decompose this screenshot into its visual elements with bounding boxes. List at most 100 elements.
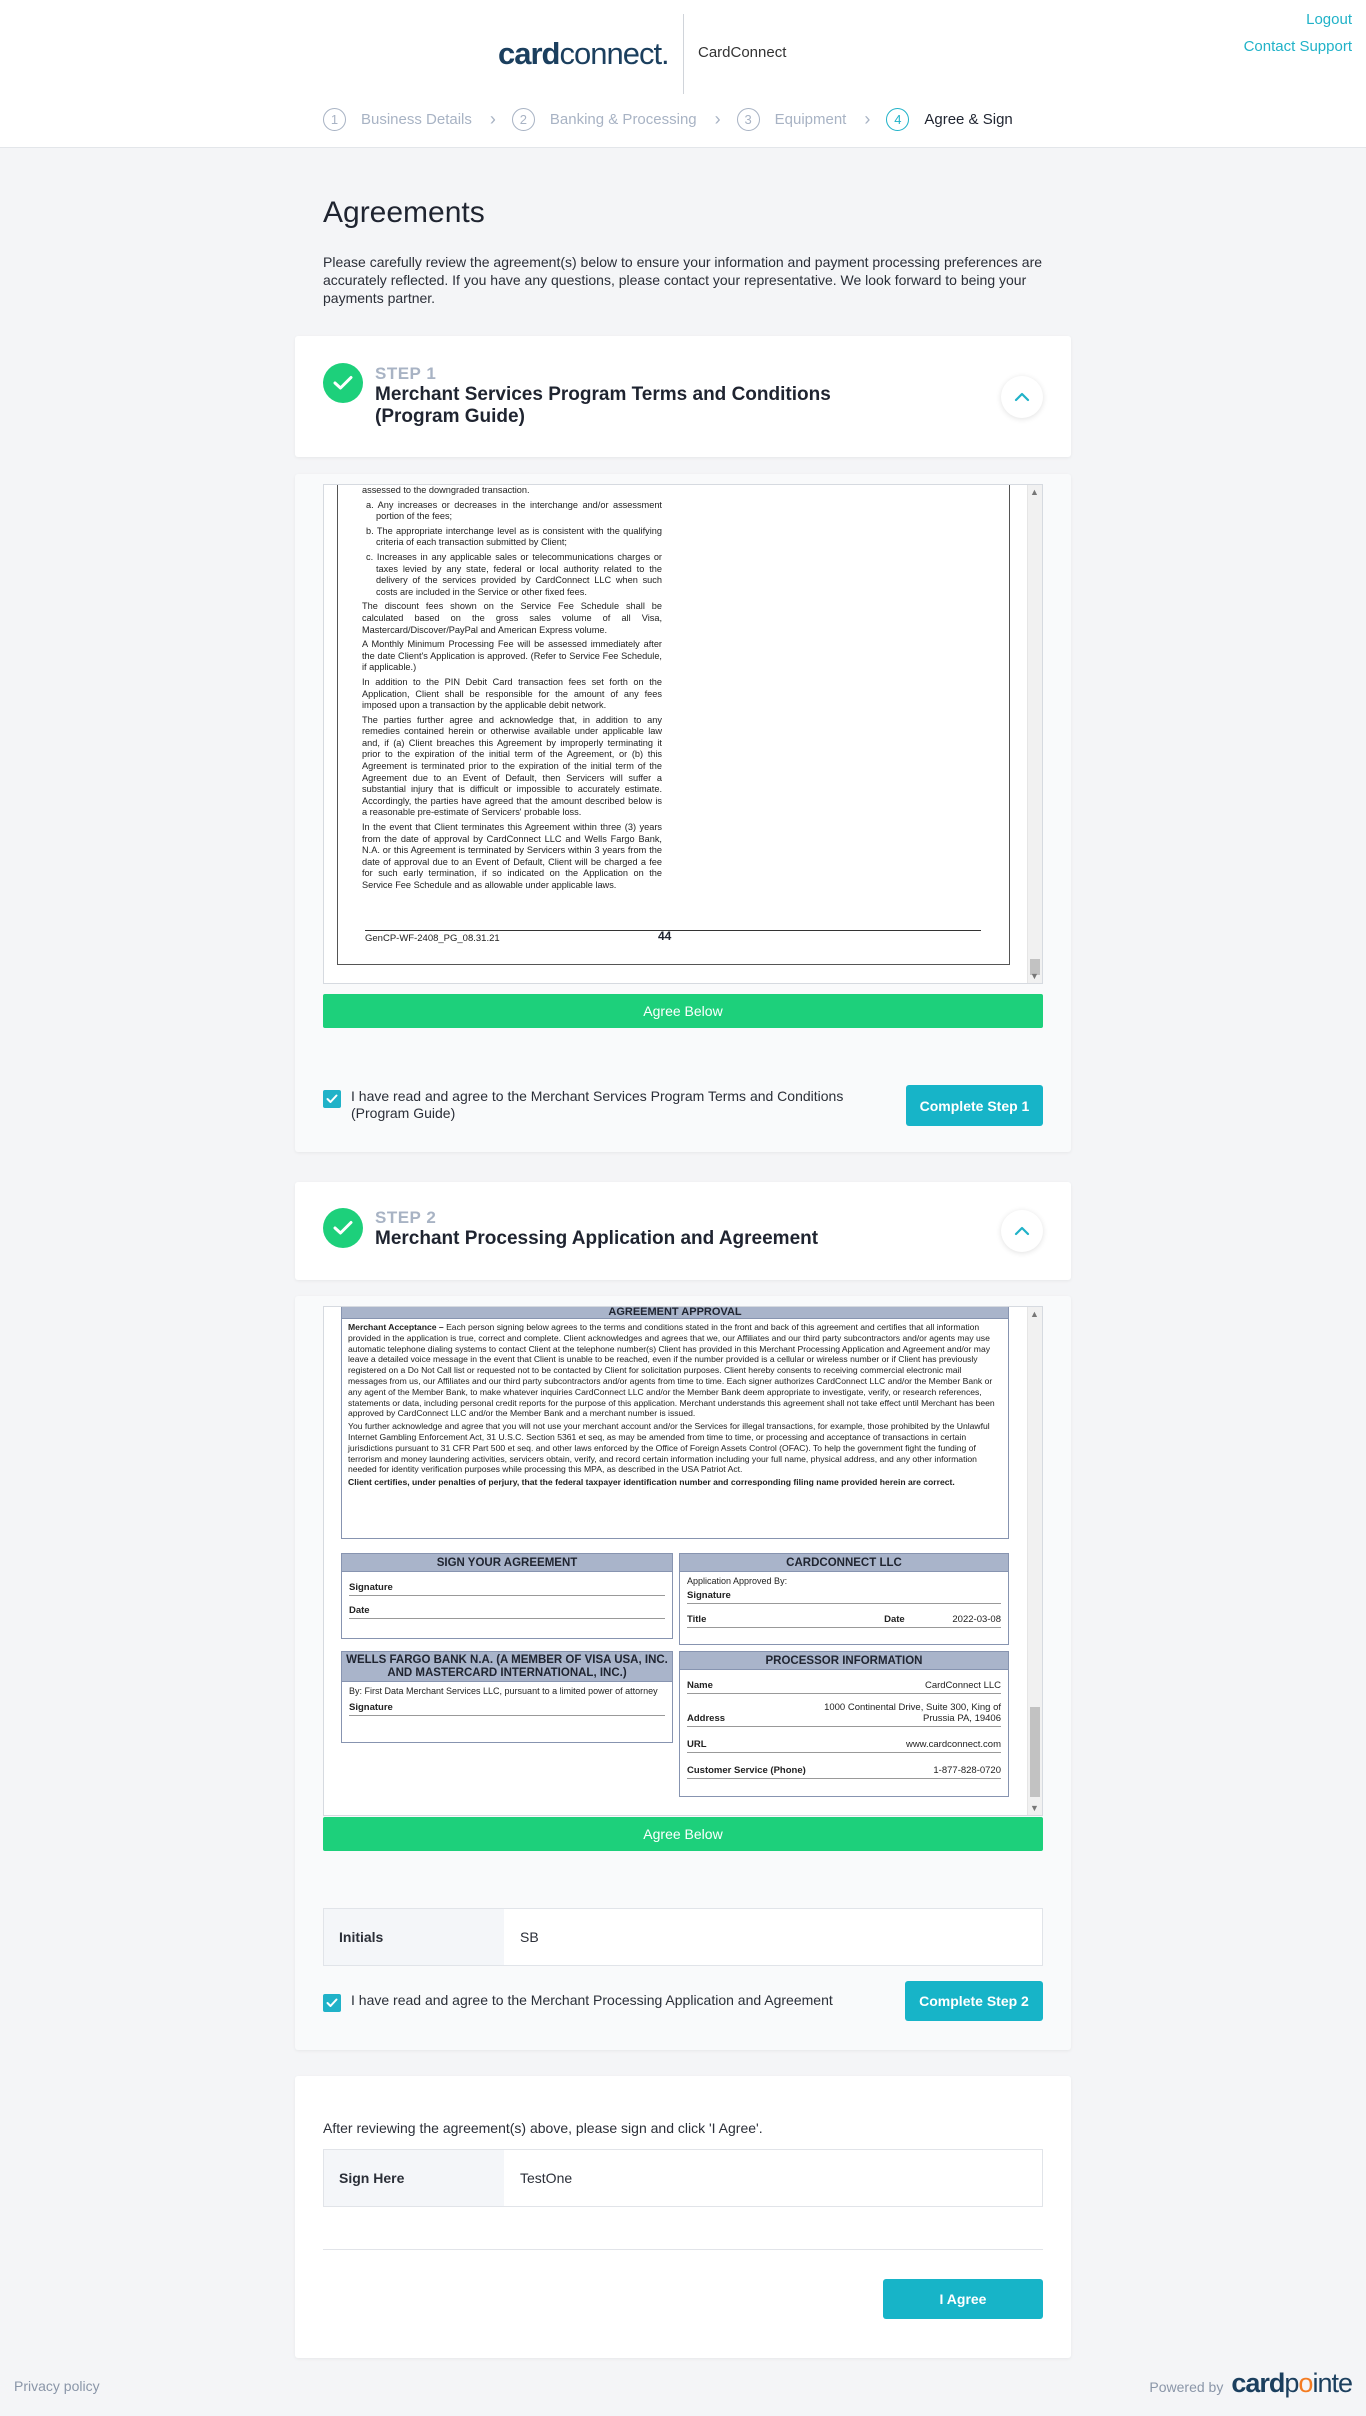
stepper-step-business-details[interactable]: 1 Business Details (323, 108, 472, 131)
proc-value: www.cardconnect.com (905, 1739, 1001, 1750)
step1-header-card: STEP 1 Merchant Services Program Terms a… (295, 336, 1071, 457)
stepper-step-banking-processing[interactable]: 2 Banking & Processing (511, 108, 697, 131)
proc-box-header: PROCESSOR INFORMATION (680, 1652, 1008, 1670)
logo-divider (683, 14, 684, 94)
sign-box-header: SIGN YOUR AGREEMENT (342, 1554, 672, 1572)
proc-url-row: URL www.cardconnect.com (687, 1735, 1001, 1753)
doc-line: The parties further agree and acknowledg… (362, 714, 662, 818)
doc-line: In addition to the PIN Debit Card transa… (362, 676, 662, 711)
scroll-down-icon[interactable]: ▼ (1030, 1803, 1039, 1813)
checkmark-icon (326, 1998, 338, 2007)
chevron-up-icon (1014, 392, 1030, 402)
cc-box-header: CARDCONNECT LLC (680, 1554, 1008, 1572)
step-number: 1 (323, 108, 346, 131)
sign-here-field-row: Sign Here TestOne (323, 2149, 1043, 2207)
date-value: 2022-03-08 (952, 1614, 1001, 1625)
stepper-step-equipment[interactable]: 3 Equipment (736, 108, 847, 131)
proc-name-row: Name CardConnect LLC (687, 1676, 1001, 1694)
proc-key: Address (687, 1713, 726, 1724)
wf-box-header: WELLS FARGO BANK N.A. (A MEMBER OF VISA … (342, 1652, 672, 1682)
signature-line: Signature (349, 1577, 665, 1596)
cardconnect-llc-box: CARDCONNECT LLC Application Approved By:… (679, 1553, 1009, 1645)
doc-line: assessed to the downgraded transaction. (362, 485, 530, 495)
doc2-scrollbar[interactable]: ▲ ▼ (1027, 1307, 1042, 1815)
step2-agree-checkbox-row[interactable]: I have read and agree to the Merchant Pr… (323, 1992, 883, 2012)
step1-agree-below-bar[interactable]: Agree Below (323, 994, 1043, 1028)
wf-signature-line: Signature (349, 1699, 665, 1716)
step-label: Equipment (774, 111, 847, 128)
chevron-right-icon: › (714, 109, 721, 129)
step2-header-card: STEP 2 Merchant Processing Application a… (295, 1182, 1071, 1280)
logout-link[interactable]: Logout (1306, 11, 1352, 28)
step2-document-viewer[interactable]: AGREEMENT APPROVAL Merchant Acceptance –… (323, 1306, 1043, 1816)
page-title: Agreements (323, 196, 485, 229)
complete-step2-button[interactable]: Complete Step 2 (905, 1981, 1043, 2021)
logo-thin: connect. (559, 36, 669, 71)
proc-value: CardConnect LLC (924, 1680, 1001, 1691)
merchant-acceptance-text: Merchant Acceptance – Each person signin… (341, 1319, 1009, 1539)
proc-value: 1000 Continental Drive, Suite 300, King … (824, 1702, 1001, 1724)
agreement-approval-header: AGREEMENT APPROVAL (341, 1307, 1009, 1319)
step-label: Business Details (361, 111, 472, 128)
collapse-step1-button[interactable] (1001, 376, 1043, 418)
proc-phone-row: Customer Service (Phone) 1-877-828-0720 (687, 1761, 1001, 1779)
step2-label: STEP 2 (375, 1208, 437, 1227)
initials-input[interactable]: SB (504, 1909, 1042, 1965)
mpa-signature-page: AGREEMENT APPROVAL Merchant Acceptance –… (341, 1307, 1009, 1797)
sign-your-agreement-box: SIGN YOUR AGREEMENT Signature Date (341, 1553, 673, 1639)
step2-title: Merchant Processing Application and Agre… (375, 1228, 819, 1249)
stepper-step-agree-sign[interactable]: 4 Agree & Sign (886, 108, 1013, 131)
step-number: 4 (886, 108, 910, 131)
cardpointe-logo[interactable]: cardpointe (1231, 2368, 1353, 2399)
complete-step1-button[interactable]: Complete Step 1 (906, 1085, 1043, 1126)
usage-terms: You further acknowledge and agree that y… (348, 1421, 990, 1475)
step2-agree-checkbox[interactable] (323, 1994, 341, 2012)
scroll-down-icon[interactable]: ▼ (1030, 971, 1039, 981)
proc-key: URL (687, 1739, 707, 1750)
scroll-up-icon[interactable]: ▲ (1030, 1309, 1039, 1319)
title-label: Title (687, 1614, 707, 1625)
step-label: Agree & Sign (924, 111, 1013, 128)
chevron-right-icon: › (864, 109, 871, 129)
initials-field-row: Initials SB (323, 1908, 1043, 1966)
proc-key: Customer Service (Phone) (687, 1765, 806, 1776)
scroll-thumb[interactable] (1030, 1707, 1040, 1797)
date-line: Date (349, 1600, 665, 1619)
powered-by-label: Powered by (1149, 2379, 1224, 2395)
progress-stepper: 1 Business Details › 2 Banking & Process… (323, 108, 1013, 131)
step1-agree-checkbox-row[interactable]: I have read and agree to the Merchant Se… (323, 1088, 883, 1122)
doc-line: b. The appropriate interchange level as … (366, 525, 662, 548)
privacy-policy-link[interactable]: Privacy policy (14, 2378, 100, 2394)
doc-line: The discount fees shown on the Service F… (362, 601, 662, 635)
wf-by-text: By: First Data Merchant Services LLC, pu… (349, 1686, 658, 1696)
check-circle-icon (323, 363, 363, 403)
doc-line: c. Increases in any applicable sales or … (366, 551, 662, 597)
collapse-step2-button[interactable] (1001, 1210, 1043, 1252)
powered-by-cardpointe: Powered by cardpointe (1149, 2368, 1353, 2399)
step2-agree-below-bar[interactable]: Agree Below (323, 1817, 1043, 1851)
scroll-up-icon[interactable]: ▲ (1030, 487, 1039, 497)
contact-support-link[interactable]: Contact Support (1244, 38, 1352, 55)
logo-bold: card (498, 36, 560, 71)
proc-address-row: Address 1000 Continental Drive, Suite 30… (687, 1698, 1001, 1727)
sign-here-input[interactable]: TestOne (504, 2150, 1042, 2206)
doc1-scrollbar[interactable]: ▲ ▼ (1027, 485, 1042, 983)
cc-title-date-row: Title Date 2022-03-08 (687, 1610, 1001, 1628)
date-label: Date (884, 1614, 905, 1625)
logo-part: inte (1312, 2368, 1353, 2398)
i-agree-button[interactable]: I Agree (883, 2279, 1043, 2319)
cardconnect-logo[interactable]: cardconnect. (498, 36, 670, 72)
logo-part: card (1231, 2368, 1285, 2398)
step1-agree-checkbox[interactable] (323, 1090, 341, 1108)
processor-information-box: PROCESSOR INFORMATION Name CardConnect L… (679, 1651, 1009, 1797)
doc-line: a. Any increases or decreases in the int… (366, 499, 662, 522)
acceptance-body: Each person signing below agrees to the … (348, 1322, 995, 1419)
acceptance-lead: Merchant Acceptance – (348, 1322, 444, 1332)
proc-key: Name (687, 1680, 713, 1691)
cc-signature-line: Signature (687, 1588, 1001, 1604)
divider (323, 2249, 1043, 2250)
step1-agree-label: I have read and agree to the Merchant Se… (351, 1088, 844, 1121)
step1-document-viewer[interactable]: assessed to the downgraded transaction. … (323, 484, 1043, 984)
step-number: 3 (736, 108, 760, 131)
checkmark-icon (326, 1094, 338, 1103)
